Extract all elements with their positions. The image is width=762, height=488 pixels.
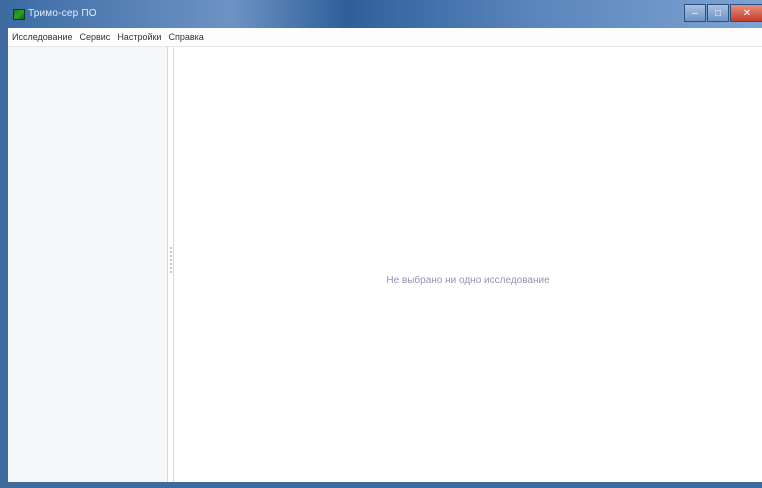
close-icon: ✕ [742, 7, 752, 19]
menu-bar: Исследование Сервис Настройки Справка [8, 28, 762, 47]
app-icon [13, 9, 25, 20]
menu-item-settings[interactable]: Настройки [117, 32, 161, 42]
main-content: Не выбрано ни одно исследование [174, 47, 762, 482]
maximize-button[interactable]: □ [707, 4, 729, 22]
app-window: Тримо-сер ПО – □ ✕ Исследование Сервис Н… [0, 0, 762, 488]
minimize-button[interactable]: – [684, 4, 706, 22]
maximize-icon: □ [714, 7, 722, 19]
sidebar-panel[interactable] [8, 47, 168, 482]
menu-item-help[interactable]: Справка [168, 32, 203, 42]
window-title: Тримо-сер ПО [28, 8, 97, 19]
menu-item-research[interactable]: Исследование [12, 32, 72, 42]
minimize-icon: – [692, 7, 698, 19]
menu-item-service[interactable]: Сервис [79, 32, 110, 42]
title-bar[interactable]: Тримо-сер ПО – □ ✕ [8, 0, 762, 28]
close-button[interactable]: ✕ [730, 4, 762, 22]
splitter-grip-icon [170, 247, 172, 275]
empty-state-message: Не выбрано ни одно исследование [386, 275, 550, 286]
window-controls: – □ ✕ [684, 4, 762, 22]
